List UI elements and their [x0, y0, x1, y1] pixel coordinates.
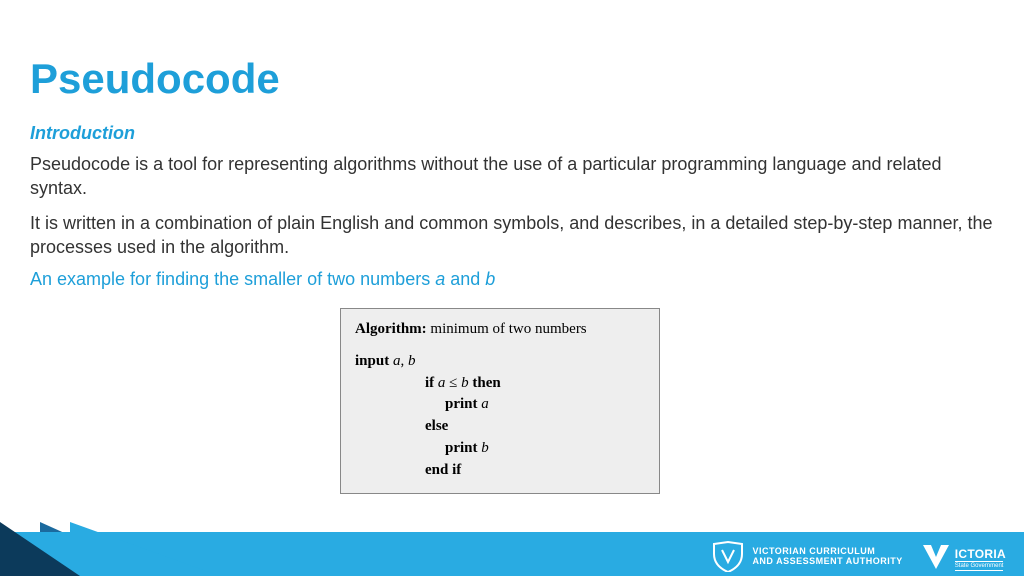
print-a-keyword: print — [445, 396, 481, 412]
victoria-text: ICTORIA — [955, 548, 1006, 560]
input-comma: , — [400, 353, 408, 369]
paragraph-1: Pseudocode is a tool for representing al… — [30, 152, 994, 201]
algorithm-name: minimum of two numbers — [427, 321, 587, 337]
example-var-b: b — [485, 269, 495, 289]
print-b-keyword: print — [445, 440, 481, 456]
page-title: Pseudocode — [30, 55, 994, 103]
footer-logos: VICTORIAN CURRICULUM AND ASSESSMENT AUTH… — [712, 540, 1006, 572]
victoria-logo: ICTORIA State Government — [921, 541, 1006, 571]
if-keyword: if — [425, 375, 438, 391]
input-keyword: input — [355, 353, 393, 369]
algorithm-if-line: if a ≤ b then — [355, 373, 645, 395]
cond-b: b — [461, 375, 469, 391]
example-intro: An example for finding the smaller of tw… — [30, 269, 994, 290]
algorithm-input-line: input a, b — [355, 351, 645, 373]
then-keyword: then — [469, 375, 501, 391]
vcaa-logo: VICTORIAN CURRICULUM AND ASSESSMENT AUTH… — [712, 540, 902, 572]
endif-keyword: end if — [425, 462, 461, 478]
print-b-var: b — [481, 440, 489, 456]
victoria-triangle-icon — [921, 541, 951, 571]
vcaa-text: VICTORIAN CURRICULUM AND ASSESSMENT AUTH… — [752, 546, 902, 567]
slide: Pseudocode Introduction Pseudocode is a … — [0, 0, 1024, 576]
footer: VICTORIAN CURRICULUM AND ASSESSMENT AUTH… — [0, 522, 1024, 576]
shield-icon — [712, 540, 744, 572]
victoria-text-wrap: ICTORIA State Government — [955, 548, 1006, 571]
algorithm-title-line: Algorithm: minimum of two numbers — [355, 319, 645, 341]
footer-angle-dark — [0, 522, 80, 576]
print-a-var: a — [481, 396, 489, 412]
example-var-a: a — [435, 269, 445, 289]
algorithm-print-a-line: print a — [355, 394, 645, 416]
victoria-subtext: State Government — [955, 561, 1004, 571]
algorithm-box: Algorithm: minimum of two numbers input … — [340, 308, 660, 494]
algorithm-else-line: else — [355, 416, 645, 438]
algorithm-label: Algorithm: — [355, 321, 427, 337]
example-and: and — [445, 269, 485, 289]
else-keyword: else — [425, 418, 448, 434]
paragraph-2: It is written in a combination of plain … — [30, 211, 994, 260]
algorithm-print-b-line: print b — [355, 438, 645, 460]
vcaa-line2: AND ASSESSMENT AUTHORITY — [752, 556, 902, 566]
algorithm-endif-line: end if — [355, 460, 645, 482]
input-var-b: b — [408, 353, 416, 369]
cond-op: ≤ — [445, 375, 461, 391]
section-subtitle: Introduction — [30, 123, 994, 144]
vcaa-line1: VICTORIAN CURRICULUM — [752, 546, 902, 556]
example-prefix: An example for finding the smaller of tw… — [30, 269, 435, 289]
